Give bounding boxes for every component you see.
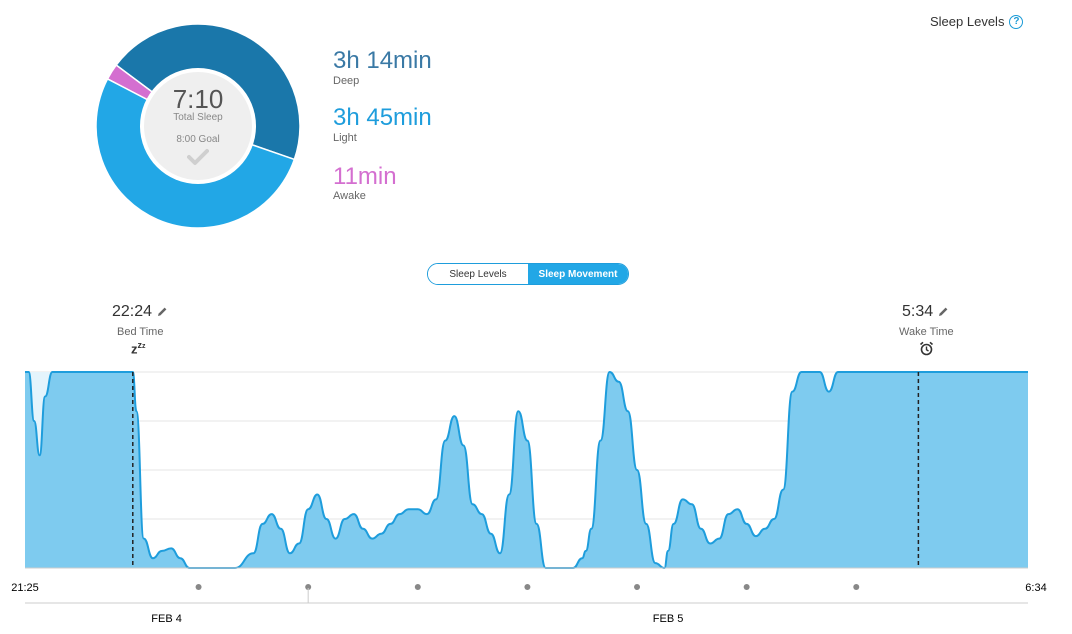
wake-time-label: Wake Time xyxy=(899,326,954,338)
zzz-icon: zzz xyxy=(131,340,146,357)
hour-tick-dot xyxy=(853,584,860,590)
hour-tick-dot xyxy=(414,584,421,590)
pencil-icon[interactable] xyxy=(156,306,168,318)
light-label: Light xyxy=(333,132,357,144)
deep-duration: 3h 14min xyxy=(333,47,432,74)
date-label-feb5: FEB 5 xyxy=(653,613,684,625)
sleep-movement-chart: 21:25 6:34 FEB 4 FEB 5 xyxy=(11,370,1047,625)
x-end-label: 6:34 xyxy=(1025,582,1046,594)
deep-label: Deep xyxy=(333,75,360,87)
awake-duration: 11min xyxy=(333,163,397,190)
total-sleep-label: Total Sleep xyxy=(173,112,223,123)
sleep-goal-label: 8:00 Goal xyxy=(176,134,220,145)
wake-time-value: 5:34 xyxy=(902,303,934,320)
help-icon[interactable]: ? xyxy=(1009,14,1024,29)
hour-tick-dot xyxy=(743,584,750,590)
date-label-feb4: FEB 4 xyxy=(151,613,182,625)
bed-time-label: Bed Time xyxy=(117,326,164,338)
bed-time-value: 22:24 xyxy=(112,303,153,320)
hour-tick-dot xyxy=(524,584,531,590)
tab-sleep-movement[interactable]: Sleep Movement xyxy=(528,264,628,284)
light-duration: 3h 45min xyxy=(333,104,432,131)
hour-tick-dot xyxy=(195,584,202,590)
bed-time-edit[interactable]: 22:24 xyxy=(112,303,168,321)
sleep-levels-link[interactable]: Sleep Levels ? xyxy=(930,14,1024,29)
view-toggle: Sleep Levels Sleep Movement xyxy=(427,263,629,285)
hour-tick-dot xyxy=(634,584,641,590)
tab-sleep-levels[interactable]: Sleep Levels xyxy=(428,264,528,284)
x-start-label: 21:25 xyxy=(11,582,39,594)
check-icon xyxy=(187,149,209,165)
alarm-clock-icon xyxy=(919,341,934,356)
total-sleep-time: 7:10 xyxy=(172,84,224,114)
sleep-stages-donut xyxy=(95,23,301,229)
wake-time-edit[interactable]: 5:34 xyxy=(902,303,949,321)
awake-label: Awake xyxy=(333,190,366,202)
sleep-levels-link-label: Sleep Levels xyxy=(930,14,1005,29)
pencil-icon[interactable] xyxy=(937,306,949,318)
